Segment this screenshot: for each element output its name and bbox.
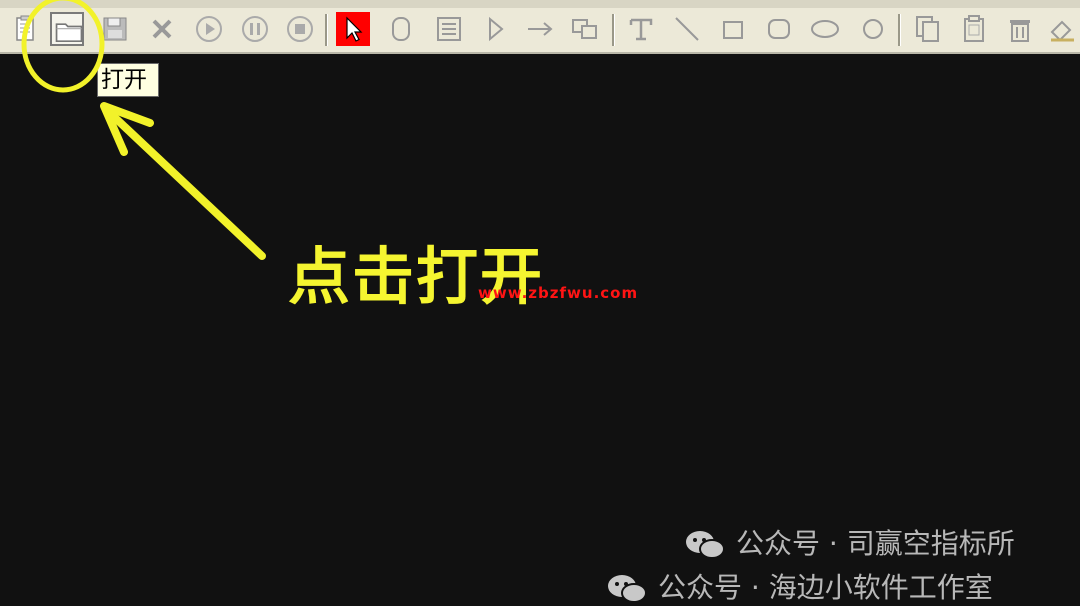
watermark-text-2: 公众号 · 海边小软件工作室 [658,571,993,604]
annotation-text: 点击打开 [288,240,545,313]
site-watermark: www.zbzfwu.com [478,284,639,302]
pointer-arrow-shaft [106,109,266,260]
wechat-icon [608,575,647,603]
wechat-icon [686,531,725,559]
watermark-line-2: 公众号 · 海边小软件工作室 [606,566,993,606]
highlight-circle [21,0,105,93]
watermark-line-1: 公众号 · 司赢空指标所 [684,522,1015,562]
watermark-text-1: 公众号 · 司赢空指标所 [736,527,1015,560]
